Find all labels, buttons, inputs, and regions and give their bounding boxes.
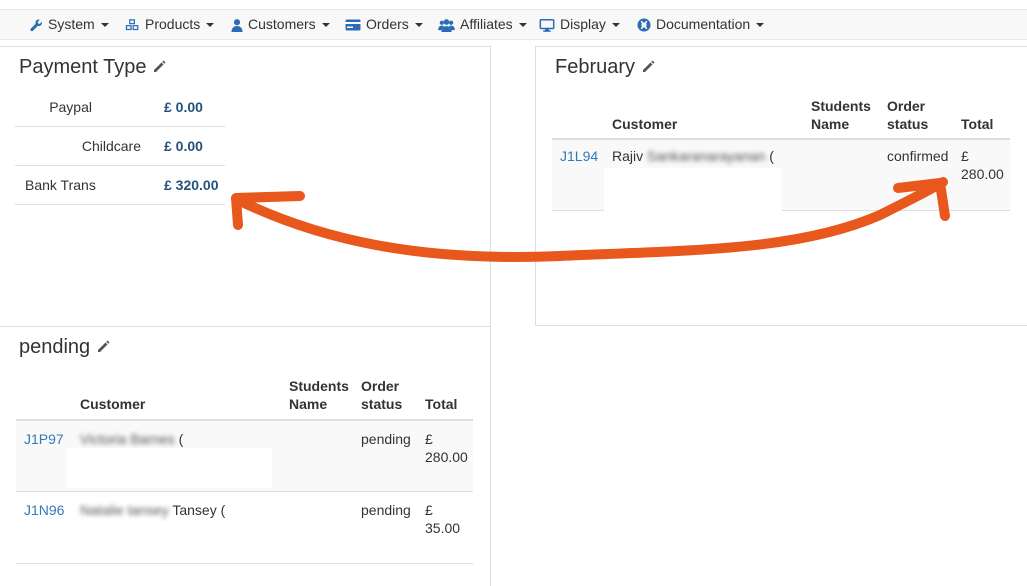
pencil-icon[interactable] <box>96 336 110 360</box>
desktop-icon <box>539 18 555 32</box>
panel-title-text: Payment Type <box>19 56 147 78</box>
col-order-status: Order status <box>887 98 929 132</box>
customer-suffix: ( <box>769 148 774 164</box>
customer-suffix: Tansey ( <box>172 502 226 518</box>
col-total: Total <box>425 396 458 412</box>
order-status: confirmed <box>887 148 949 164</box>
pencil-icon[interactable] <box>641 56 655 80</box>
wrench-icon <box>30 19 43 32</box>
table-row: J1L94 Rajiv Sankaranarayanan ( confirmed… <box>552 140 1010 211</box>
customer-name: Natalie tansey Tansey ( <box>80 501 225 519</box>
life-ring-icon <box>637 18 651 32</box>
february-panel: February Customer Students Name Order st… <box>535 46 1027 326</box>
nav-orders[interactable]: Orders <box>345 10 423 39</box>
order-total-currency: £ <box>425 502 433 518</box>
order-total-amount: 35.00 <box>425 520 461 536</box>
nav-orders-label: Orders <box>366 16 409 32</box>
payment-row: Childcare £ 0.00 <box>15 127 225 166</box>
nav-customers[interactable]: Customers <box>231 10 330 39</box>
nav-system-label: System <box>48 16 95 32</box>
user-icon <box>231 18 243 32</box>
payment-label: Bank Trans <box>25 177 96 193</box>
panel-title-text: February <box>555 56 636 78</box>
payment-value: £ 0.00 <box>164 99 203 115</box>
panel-title-text: pending <box>19 336 91 358</box>
customer-name: Victoria Barnes ( <box>80 430 183 448</box>
chevron-down-icon <box>321 23 330 28</box>
pending-orders-table: Customer Students Name Order status Tota… <box>16 377 473 577</box>
chevron-down-icon <box>518 23 527 28</box>
cubes-icon <box>125 19 140 32</box>
payment-label: Childcare <box>81 138 141 154</box>
nav-products[interactable]: Products <box>125 10 215 39</box>
customer-first-name: Rajiv <box>612 148 644 164</box>
col-customer: Customer <box>612 116 678 132</box>
payment-label: Paypal <box>49 99 92 115</box>
chevron-down-icon <box>100 23 109 28</box>
chevron-down-icon <box>756 23 765 28</box>
nav-system[interactable]: System <box>30 10 109 39</box>
nav-display[interactable]: Display <box>539 10 620 39</box>
february-orders-table: Customer Students Name Order status Tota… <box>552 97 1010 217</box>
order-total-amount: 280.00 <box>961 166 1004 182</box>
payment-value: £ 0.00 <box>164 138 203 154</box>
col-students-name: Students Name <box>811 98 871 132</box>
customer-name: Rajiv Sankaranarayanan ( <box>612 147 774 165</box>
february-title: February <box>555 55 655 80</box>
pencil-icon[interactable] <box>152 56 166 80</box>
customer-surname-blurred: Sankaranarayanan <box>647 148 766 164</box>
chevron-down-icon <box>611 23 620 28</box>
pending-title: pending <box>19 335 110 360</box>
redaction-box <box>66 448 272 488</box>
chevron-down-icon <box>206 23 215 28</box>
order-id-link[interactable]: J1L94 <box>560 147 598 165</box>
customer-name-blurred: Victoria Barnes <box>80 431 175 447</box>
payment-type-title: Payment Type <box>19 55 166 80</box>
credit-card-icon <box>345 19 361 31</box>
nav-affiliates[interactable]: Affiliates <box>438 10 527 39</box>
customer-name-blurred: Natalie tansey <box>80 502 169 518</box>
payment-row: Bank Trans £ 320.00 <box>15 166 225 205</box>
payment-row: Paypal £ 0.00 <box>15 88 225 127</box>
order-status: pending <box>361 502 411 518</box>
order-total-currency: £ <box>425 431 433 447</box>
nav-products-label: Products <box>145 16 201 32</box>
nav-documentation[interactable]: Documentation <box>637 10 765 39</box>
col-customer: Customer <box>80 396 146 412</box>
order-id-link[interactable]: J1P97 <box>24 430 64 448</box>
nav-customers-label: Customers <box>248 16 316 32</box>
customer-suffix: ( <box>178 431 184 447</box>
order-id-link[interactable]: J1N96 <box>24 501 64 519</box>
top-navbar: System Products Customers Orders Affilia… <box>0 9 1027 40</box>
order-status: pending <box>361 431 411 447</box>
order-total-amount: 280.00 <box>425 449 468 465</box>
col-students-name: Students Name <box>289 378 349 412</box>
order-total-currency: £ <box>961 148 969 164</box>
nav-affiliates-label: Affiliates <box>460 16 513 32</box>
col-order-status: Order status <box>361 378 403 412</box>
payment-value: £ 320.00 <box>164 177 219 193</box>
pending-panel: pending Customer Students Name Order sta… <box>0 326 491 586</box>
payment-type-panel: Payment Type Paypal £ 0.00 Childcare £ 0… <box>0 46 491 327</box>
redaction-box <box>604 168 782 211</box>
chevron-down-icon <box>414 23 423 28</box>
nav-display-label: Display <box>560 16 606 32</box>
table-row: J1N96 Natalie tansey Tansey ( pending £ … <box>16 492 473 564</box>
users-icon <box>438 18 455 32</box>
col-total: Total <box>961 116 994 132</box>
table-row: J1P97 Victoria Barnes ( pending £ 280.00 <box>16 421 473 492</box>
nav-documentation-label: Documentation <box>656 16 751 32</box>
